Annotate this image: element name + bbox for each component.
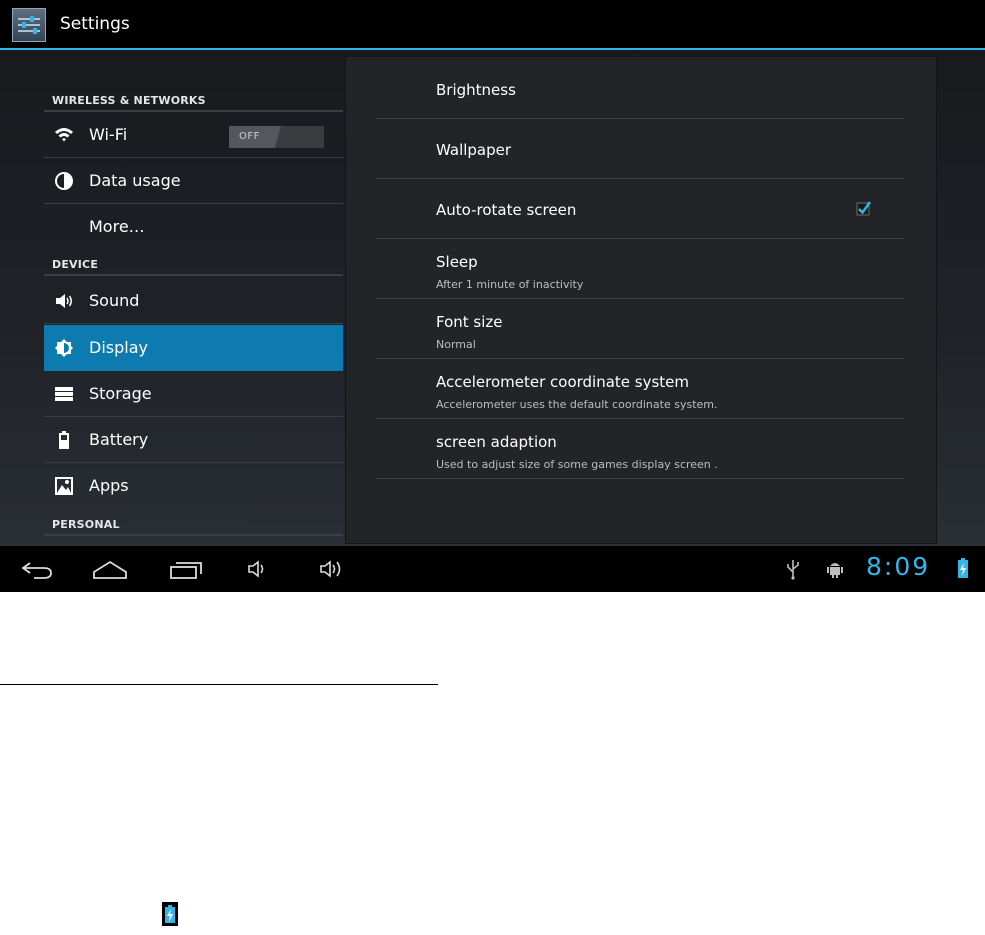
android-debug-icon (827, 563, 843, 578)
setting-wallpaper[interactable]: Wallpaper (376, 119, 904, 179)
sidebar-item-label: Sound (89, 291, 140, 310)
tablet-screen: Settings WIRELESS & NETWORKS Wi-Fi OFF D… (0, 0, 985, 592)
setting-sleep[interactable]: Sleep After 1 minute of inactivity (376, 239, 904, 299)
volume-up-icon[interactable] (318, 557, 348, 581)
setting-font-size[interactable]: Font size Normal (376, 299, 904, 359)
sidebar-item-label: Apps (89, 476, 129, 495)
home-icon[interactable] (92, 557, 128, 581)
apps-icon (55, 477, 73, 495)
app-title: Settings (60, 14, 130, 34)
display-settings-pane: Brightness Wallpaper Auto-rotate screen … (345, 56, 937, 544)
setting-accelerometer[interactable]: Accelerometer coordinate system Accelero… (376, 359, 904, 419)
speaker-icon (56, 294, 72, 308)
setting-summary: After 1 minute of inactivity (436, 278, 584, 291)
section-header-wireless: WIRELESS & NETWORKS (44, 86, 343, 112)
sidebar-item-label: Storage (89, 384, 152, 403)
storage-icon (55, 387, 73, 401)
settings-sliders-icon[interactable] (12, 8, 46, 42)
setting-title: Font size (436, 313, 503, 331)
battery-charging-icon (958, 558, 968, 578)
setting-title: Wallpaper (436, 141, 512, 159)
sidebar-item-apps[interactable]: Apps (44, 463, 343, 509)
sidebar-item-display[interactable]: Display (44, 325, 343, 371)
section-header-personal: PERSONAL (44, 510, 343, 536)
wifi-icon (55, 128, 73, 142)
setting-screen-adaption[interactable]: screen adaption Used to adjust size of s… (376, 419, 904, 479)
sidebar-item-battery[interactable]: Battery (44, 417, 343, 463)
wifi-toggle[interactable]: OFF (229, 126, 324, 148)
status-clock: 8:09 (866, 552, 931, 581)
navigation-bar: 8:09 (0, 546, 985, 592)
setting-title: Accelerometer coordinate system (436, 373, 690, 391)
setting-title: Auto-rotate screen (436, 201, 577, 219)
setting-auto-rotate[interactable]: Auto-rotate screen (376, 179, 904, 239)
setting-summary: Normal (436, 338, 476, 351)
battery-charging-icon (162, 902, 178, 926)
sidebar-item-sound[interactable]: Sound (44, 278, 343, 324)
display-brightness-icon (55, 339, 73, 357)
usb-icon (787, 560, 799, 580)
wifi-toggle-state: OFF (229, 126, 281, 148)
volume-down-icon[interactable] (246, 557, 270, 581)
sidebar-item-label: Data usage (89, 171, 181, 190)
setting-summary: Used to adjust size of some games displa… (436, 458, 718, 471)
auto-rotate-checkbox[interactable] (856, 200, 872, 216)
section-header-device: DEVICE (44, 250, 343, 276)
sidebar-item-label: More… (89, 217, 145, 236)
back-icon[interactable] (20, 557, 56, 581)
sidebar-item-label: Display (89, 338, 148, 357)
settings-sidebar: WIRELESS & NETWORKS Wi-Fi OFF Data usage… (44, 80, 343, 545)
document-rule (0, 684, 438, 685)
sidebar-item-label: Wi-Fi (89, 125, 128, 144)
sidebar-item-label: Battery (89, 430, 149, 449)
action-bar: Settings (0, 0, 985, 50)
sidebar-item-more[interactable]: More… (44, 204, 343, 250)
data-usage-icon (55, 172, 73, 190)
setting-title: screen adaption (436, 433, 557, 451)
setting-brightness[interactable]: Brightness (376, 59, 904, 119)
setting-title: Sleep (436, 253, 478, 271)
setting-summary: Accelerometer uses the default coordinat… (436, 398, 718, 411)
setting-title: Brightness (436, 81, 516, 99)
recent-apps-icon[interactable] (168, 557, 204, 581)
sidebar-item-storage[interactable]: Storage (44, 371, 343, 417)
battery-icon (59, 431, 69, 449)
sidebar-item-data-usage[interactable]: Data usage (44, 158, 343, 204)
sidebar-item-wifi[interactable]: Wi-Fi OFF (44, 112, 343, 158)
